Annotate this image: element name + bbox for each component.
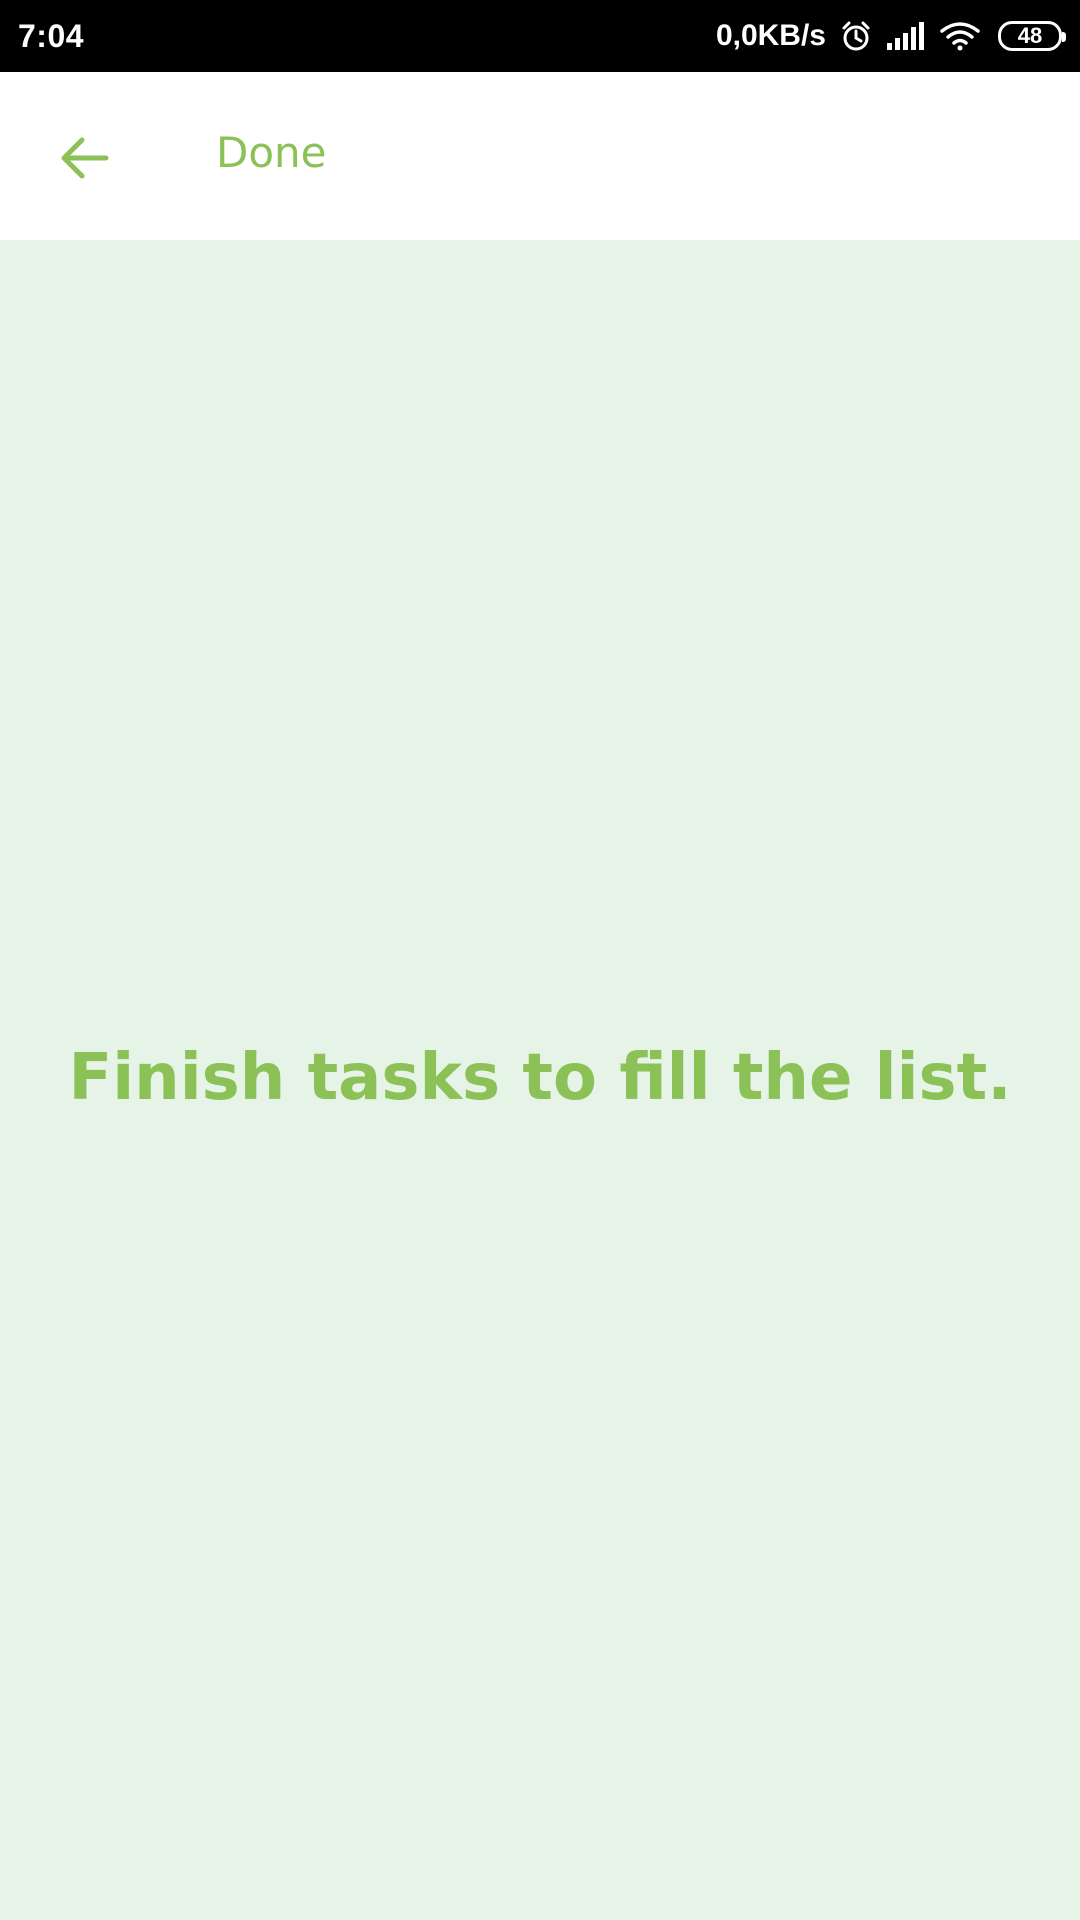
status-time: 7:04: [18, 17, 85, 54]
battery-level: 48: [1017, 23, 1043, 48]
empty-state-message: Finish tasks to fill the list.: [68, 1041, 1012, 1115]
arrow-left-icon: [61, 137, 109, 179]
page-title: Done: [216, 128, 327, 177]
battery-icon: 48: [998, 21, 1066, 51]
wifi-icon: [940, 21, 980, 51]
network-speed: 0,0KB/s: [715, 19, 826, 52]
signal-icon: [886, 21, 926, 51]
alarm-icon: [840, 20, 872, 52]
status-bar: 7:04 0,0KB/s 48: [0, 0, 1080, 72]
app-bar: Done: [0, 72, 1080, 240]
main-content: Finish tasks to fill the list.: [0, 240, 1080, 1920]
back-button[interactable]: [40, 114, 128, 202]
status-indicators: 0,0KB/s 48: [715, 19, 1066, 53]
